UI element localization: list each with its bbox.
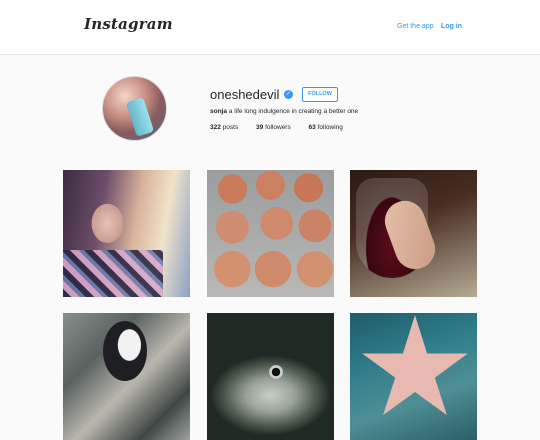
posts-label: posts [222, 124, 239, 131]
post-thumbnail-cookies[interactable] [207, 170, 334, 297]
post-thumbnail-penguin[interactable] [63, 313, 190, 440]
post-thumbnail-fish[interactable] [207, 313, 334, 440]
log-in-link[interactable]: Log in [441, 23, 462, 30]
post-thumbnail-starfish[interactable] [350, 313, 477, 440]
avatar-cup-shape [125, 97, 155, 137]
profile-username: oneshedevil [210, 87, 280, 102]
followers-label: followers [265, 124, 291, 131]
post-thumbnail-wine-glass[interactable] [350, 170, 477, 297]
fish-eye-shape [269, 365, 283, 379]
following-stat[interactable]: 63 following [309, 124, 343, 131]
top-bar: Instagram Get the app Log in [0, 0, 540, 55]
follow-button[interactable]: FOLLOW [302, 87, 338, 102]
following-count: 63 [308, 124, 316, 131]
followers-stat[interactable]: 39 followers [256, 124, 291, 131]
verified-badge-icon: ✓ [284, 90, 293, 99]
bio-text: a life long indulgence in creating a bet… [228, 108, 359, 115]
profile-stats: 322 posts 39 followers 63 following [210, 124, 359, 131]
starfish-shape [362, 315, 468, 416]
profile-avatar[interactable] [102, 76, 167, 141]
get-the-app-link[interactable]: Get the app [397, 23, 434, 30]
instagram-logo[interactable]: Instagram [84, 15, 173, 33]
posts-stat: 322 posts [210, 124, 238, 131]
post-thumbnail-selfie[interactable] [63, 170, 190, 297]
scarf-shape [63, 250, 163, 297]
penguin-shape [103, 321, 147, 381]
following-label: following [317, 124, 343, 131]
followers-count: 39 [256, 124, 264, 131]
posts-count: 322 [210, 124, 221, 131]
profile-bio: sonja a life long indulgence in creating… [210, 108, 358, 115]
bio-name: sonja [210, 108, 227, 115]
